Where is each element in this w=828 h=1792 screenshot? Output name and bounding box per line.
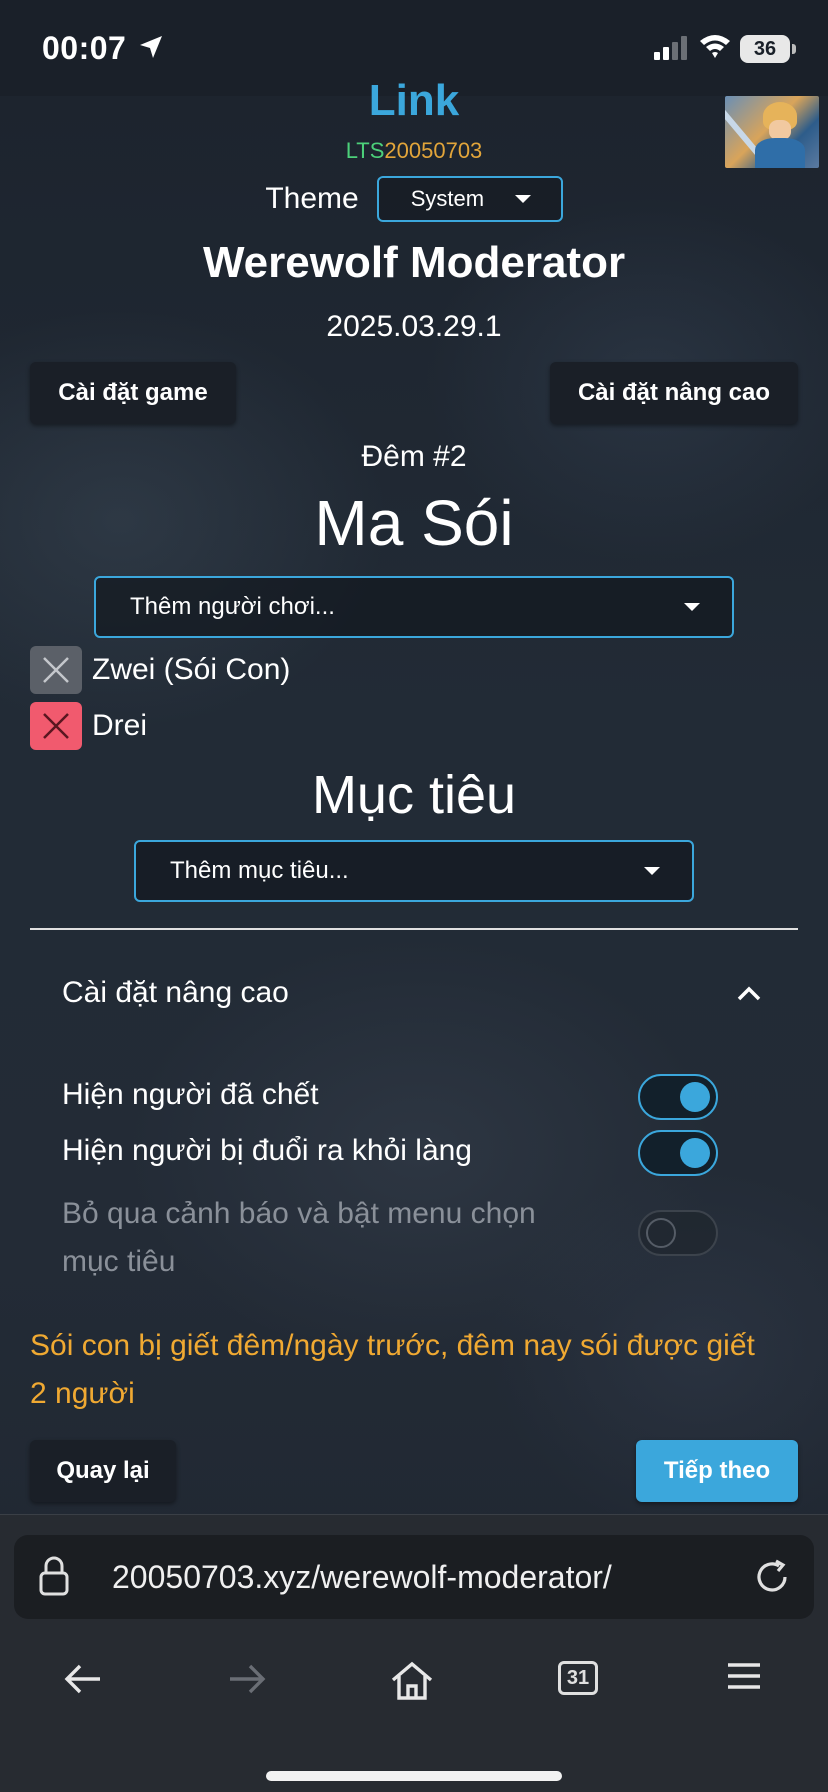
target-title: Mục tiêu [311, 765, 517, 825]
game-settings-button[interactable]: Cài đặt game [30, 362, 236, 424]
url-text: 20050703.xyz/werewolf-moderator/ [112, 1559, 612, 1595]
close-icon [43, 657, 69, 683]
night-label: Đêm #2 [361, 440, 467, 473]
status-time: 00:07 [42, 30, 127, 66]
add-player-select[interactable]: Thêm người chơi... [94, 576, 734, 638]
skip-warning-toggle [638, 1210, 718, 1256]
toggle-label-skip-warning: Bỏ qua cảnh báo và bật menu chọn mục tiê… [62, 1197, 536, 1278]
close-icon [43, 713, 69, 739]
chevron-down-icon [514, 195, 531, 203]
show-banished-toggle[interactable] [638, 1130, 718, 1176]
chevron-down-icon [644, 867, 660, 875]
location-arrow-icon [140, 36, 162, 58]
wifi-icon [700, 35, 730, 58]
add-target-select[interactable]: Thêm mục tiêu... [134, 840, 694, 902]
battery-icon: 36 [740, 35, 790, 63]
divider [30, 928, 798, 930]
battery-tip [792, 44, 796, 54]
lts-prefix: LTS [345, 138, 385, 163]
signal-icon [654, 36, 687, 60]
remove-player-button[interactable] [30, 646, 82, 694]
chevron-up-icon[interactable] [736, 984, 762, 1002]
forward-arrow-icon[interactable] [226, 1661, 268, 1697]
next-button[interactable]: Tiếp theo [636, 1440, 798, 1502]
player-item: Zwei (Sói Con) [30, 646, 290, 694]
advanced-settings-button[interactable]: Cài đặt nâng cao [550, 362, 798, 424]
add-target-placeholder: Thêm mục tiêu... [170, 857, 349, 884]
home-indicator [266, 1771, 562, 1781]
page-title: Werewolf Moderator [202, 238, 626, 287]
toggle-label-show-banished: Hiện người bị đuổi ra khỏi làng [62, 1134, 472, 1167]
link-title[interactable]: Link [0, 76, 828, 120]
advanced-section-header[interactable]: Cài đặt nâng cao [62, 976, 289, 1010]
player-item: Drei [30, 702, 147, 750]
reload-icon[interactable] [752, 1557, 792, 1597]
add-player-placeholder: Thêm người chơi... [130, 593, 335, 620]
show-dead-toggle[interactable] [638, 1074, 718, 1120]
theme-row: Theme System [0, 176, 828, 222]
address-bar[interactable]: 20050703.xyz/werewolf-moderator/ [14, 1535, 814, 1619]
toggle-label-show-dead: Hiện người đã chết [62, 1078, 319, 1111]
role-title: Ma Sói [314, 487, 514, 559]
player-name: Drei [92, 709, 148, 742]
chevron-down-icon [684, 603, 700, 611]
warning-message: Sói con bị giết đêm/ngày trước, đêm nay … [30, 1329, 755, 1410]
remove-player-button[interactable] [30, 702, 82, 750]
theme-select[interactable]: System [376, 176, 563, 222]
lts-number: 20050703 [384, 138, 483, 163]
theme-select-value: System [410, 186, 485, 211]
back-button[interactable]: Quay lại [30, 1440, 176, 1502]
lts-version-tag: LTS20050703 [0, 138, 828, 164]
tabs-button[interactable]: 31 [558, 1661, 598, 1695]
back-arrow-icon[interactable] [62, 1661, 104, 1697]
theme-label: Theme [265, 182, 359, 215]
lock-icon [39, 1556, 69, 1596]
home-icon[interactable] [390, 1661, 434, 1701]
browser-toolbar: 20050703.xyz/werewolf-moderator/ 31 [0, 1514, 828, 1792]
menu-icon[interactable] [726, 1661, 762, 1691]
app-version: 2025.03.29.1 [326, 310, 502, 343]
player-name: Zwei (Sói Con) [92, 653, 291, 686]
